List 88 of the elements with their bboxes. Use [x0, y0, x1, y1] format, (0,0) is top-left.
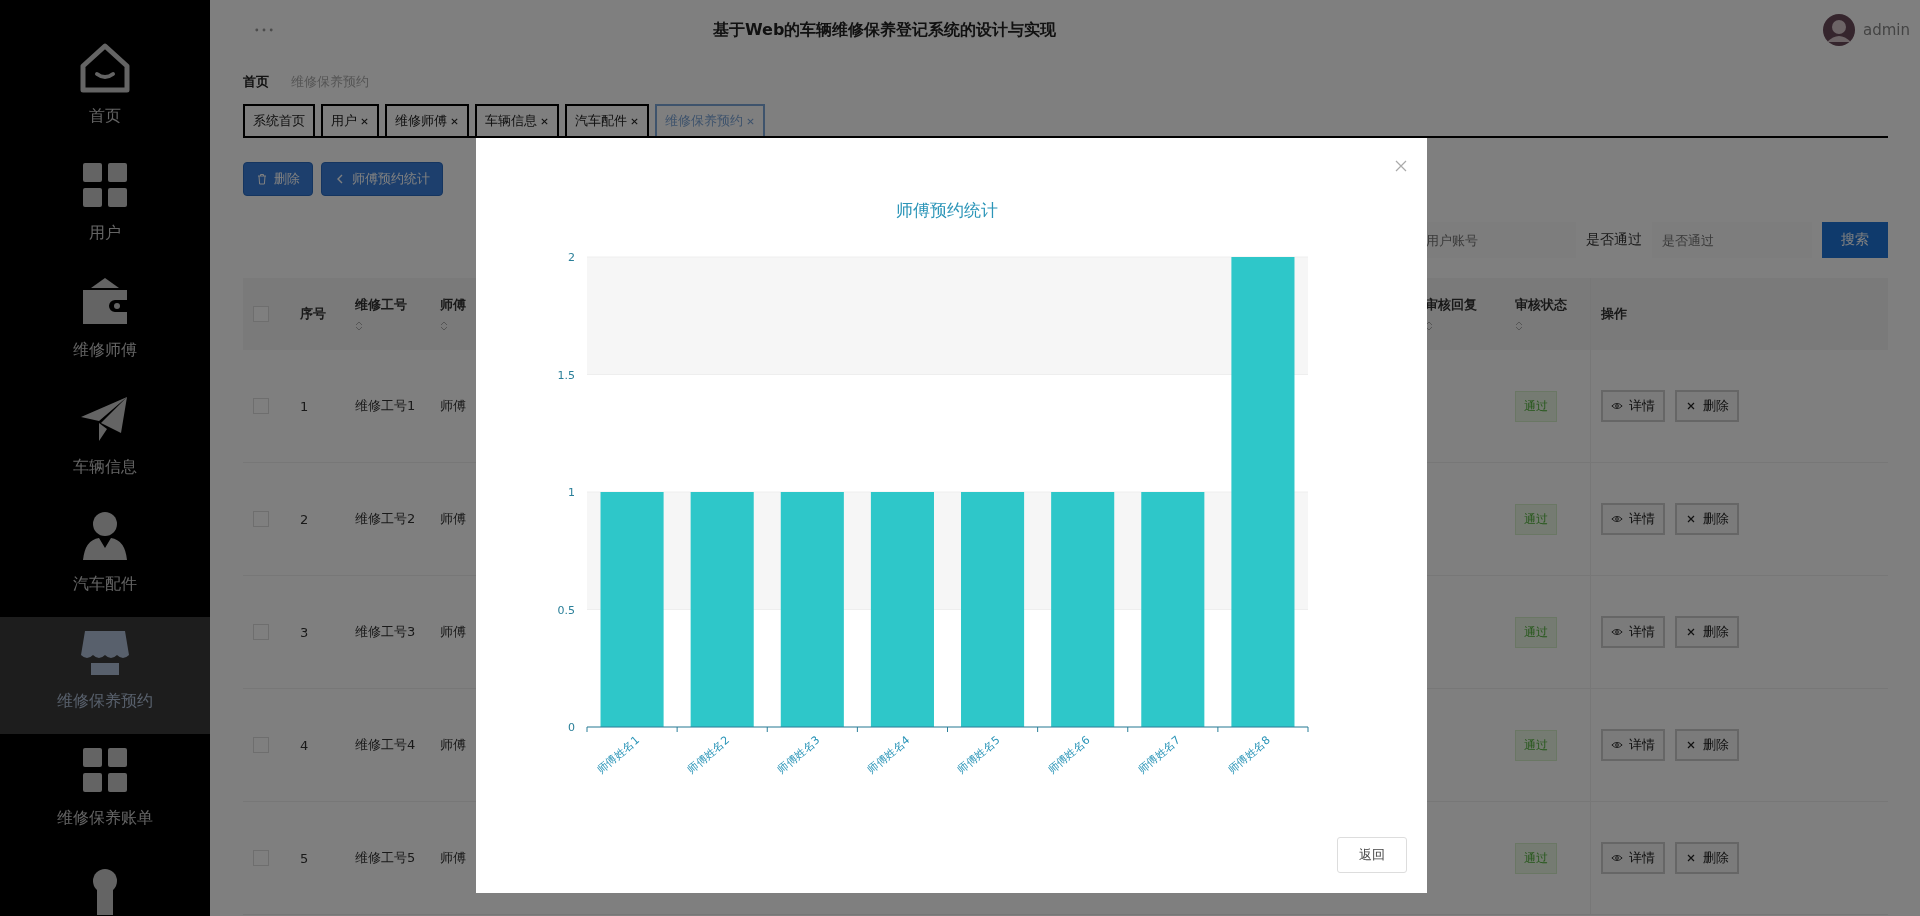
- table-cell: 2: [300, 511, 309, 527]
- sidebar-item[interactable]: 车辆信息: [0, 383, 210, 500]
- status-tag: 通过: [1515, 390, 1557, 422]
- tab[interactable]: 维修师傅: [385, 104, 469, 136]
- table-cell: 5: [300, 850, 309, 866]
- y-tick-label: 1: [568, 486, 575, 499]
- delete-button[interactable]: 删除: [1675, 390, 1739, 422]
- eye-icon: [1611, 514, 1623, 524]
- table-cell: 4: [300, 737, 309, 753]
- close-icon[interactable]: [360, 116, 369, 126]
- avatar-icon[interactable]: [1823, 14, 1855, 46]
- chart-title: 师傅预约统计: [896, 200, 998, 220]
- close-icon: [1685, 740, 1697, 750]
- tab[interactable]: 系统首页: [243, 104, 315, 136]
- sidebar-item[interactable]: 汽车配件: [0, 500, 210, 617]
- x-tick-label: 师傅姓名7: [1135, 733, 1183, 777]
- username[interactable]: admin: [1863, 21, 1910, 39]
- column-header: 维修工号: [355, 296, 407, 314]
- delete-button[interactable]: 删除: [243, 162, 313, 196]
- status-tag: 通过: [1515, 503, 1557, 535]
- table-cell: 维修工号2: [355, 510, 416, 528]
- x-tick-label: 师傅姓名2: [684, 733, 733, 777]
- sidebar-item[interactable]: 维修保养预约: [0, 617, 210, 734]
- y-tick-label: 2: [568, 251, 575, 264]
- eye-icon: [1611, 740, 1623, 750]
- table-cell: 维修工号3: [355, 623, 416, 641]
- close-icon: [1685, 514, 1697, 524]
- close-icon[interactable]: [1395, 160, 1407, 172]
- delete-button[interactable]: 删除: [1675, 842, 1739, 874]
- x-tick-label: 师傅姓名6: [1045, 733, 1093, 777]
- table-cell: 维修工号4: [355, 736, 416, 754]
- table-cell: 维修工号1: [355, 397, 416, 415]
- x-tick-label: 师傅姓名4: [864, 733, 913, 777]
- status-tag: 通过: [1515, 616, 1557, 648]
- details-button[interactable]: 详情: [1601, 616, 1665, 648]
- x-tick-label: 师傅姓名5: [955, 733, 1003, 777]
- delete-button[interactable]: 删除: [1675, 729, 1739, 761]
- details-button[interactable]: 详情: [1601, 729, 1665, 761]
- eye-icon: [1611, 401, 1623, 411]
- column-header: 操作: [1601, 305, 1627, 323]
- close-icon[interactable]: [450, 116, 459, 126]
- table-cell: 师傅: [440, 397, 466, 415]
- y-tick-label: 1.5: [557, 368, 575, 382]
- sidebar-item[interactable]: 维修师傅: [0, 266, 210, 383]
- y-tick-label: 0.5: [557, 603, 575, 617]
- menu-icon[interactable]: [255, 28, 273, 32]
- close-icon: [1685, 853, 1697, 863]
- column-header: 序号: [300, 305, 326, 323]
- status-tag: 通过: [1515, 729, 1557, 761]
- close-icon[interactable]: [746, 116, 755, 126]
- table-cell: 师傅: [440, 510, 466, 528]
- details-button[interactable]: 详情: [1601, 390, 1665, 422]
- x-tick-label: 师傅姓名8: [1225, 733, 1273, 777]
- field-label: 是否通过: [1586, 231, 1642, 249]
- sidebar-item[interactable]: 维修保养账单: [0, 734, 210, 851]
- sidebar-item[interactable]: 用户: [0, 149, 210, 266]
- table-cell: 师傅: [440, 623, 466, 641]
- tab[interactable]: 车辆信息: [475, 104, 559, 136]
- details-button[interactable]: 详情: [1601, 503, 1665, 535]
- tab[interactable]: 汽车配件: [565, 104, 649, 136]
- status-tag: 通过: [1515, 842, 1557, 874]
- delete-button[interactable]: 删除: [1675, 503, 1739, 535]
- search-button[interactable]: 搜索: [1822, 222, 1888, 258]
- table-cell: 3: [300, 624, 309, 640]
- close-icon: [1685, 401, 1697, 411]
- column-header: 师傅: [440, 296, 466, 314]
- details-button[interactable]: 详情: [1601, 842, 1665, 874]
- tab[interactable]: 用户: [321, 104, 379, 136]
- x-tick-label: 师傅姓名1: [594, 733, 642, 777]
- table-cell: 1: [300, 398, 309, 414]
- trash-icon: [256, 173, 268, 185]
- eye-icon: [1611, 627, 1623, 637]
- y-tick-label: 0: [568, 721, 575, 734]
- table-cell: 师傅: [440, 849, 466, 867]
- column-header: 审核状态: [1515, 296, 1567, 314]
- close-icon: [1685, 627, 1697, 637]
- x-tick-label: 师傅姓名3: [774, 733, 823, 777]
- close-icon[interactable]: [630, 116, 639, 126]
- breadcrumb-item[interactable]: 首页: [243, 73, 269, 91]
- back-button[interactable]: 返回: [1337, 837, 1407, 873]
- statistics-button[interactable]: 师傅预约统计: [321, 162, 443, 196]
- close-icon[interactable]: [540, 116, 549, 126]
- delete-button[interactable]: 删除: [1675, 616, 1739, 648]
- page-title: 基于Web的车辆维修保养登记系统的设计与实现: [713, 19, 1057, 41]
- sidebar-item[interactable]: 首页: [0, 32, 210, 149]
- table-cell: 维修工号5: [355, 849, 416, 867]
- table-cell: 师傅: [440, 736, 466, 754]
- eye-icon: [1611, 853, 1623, 863]
